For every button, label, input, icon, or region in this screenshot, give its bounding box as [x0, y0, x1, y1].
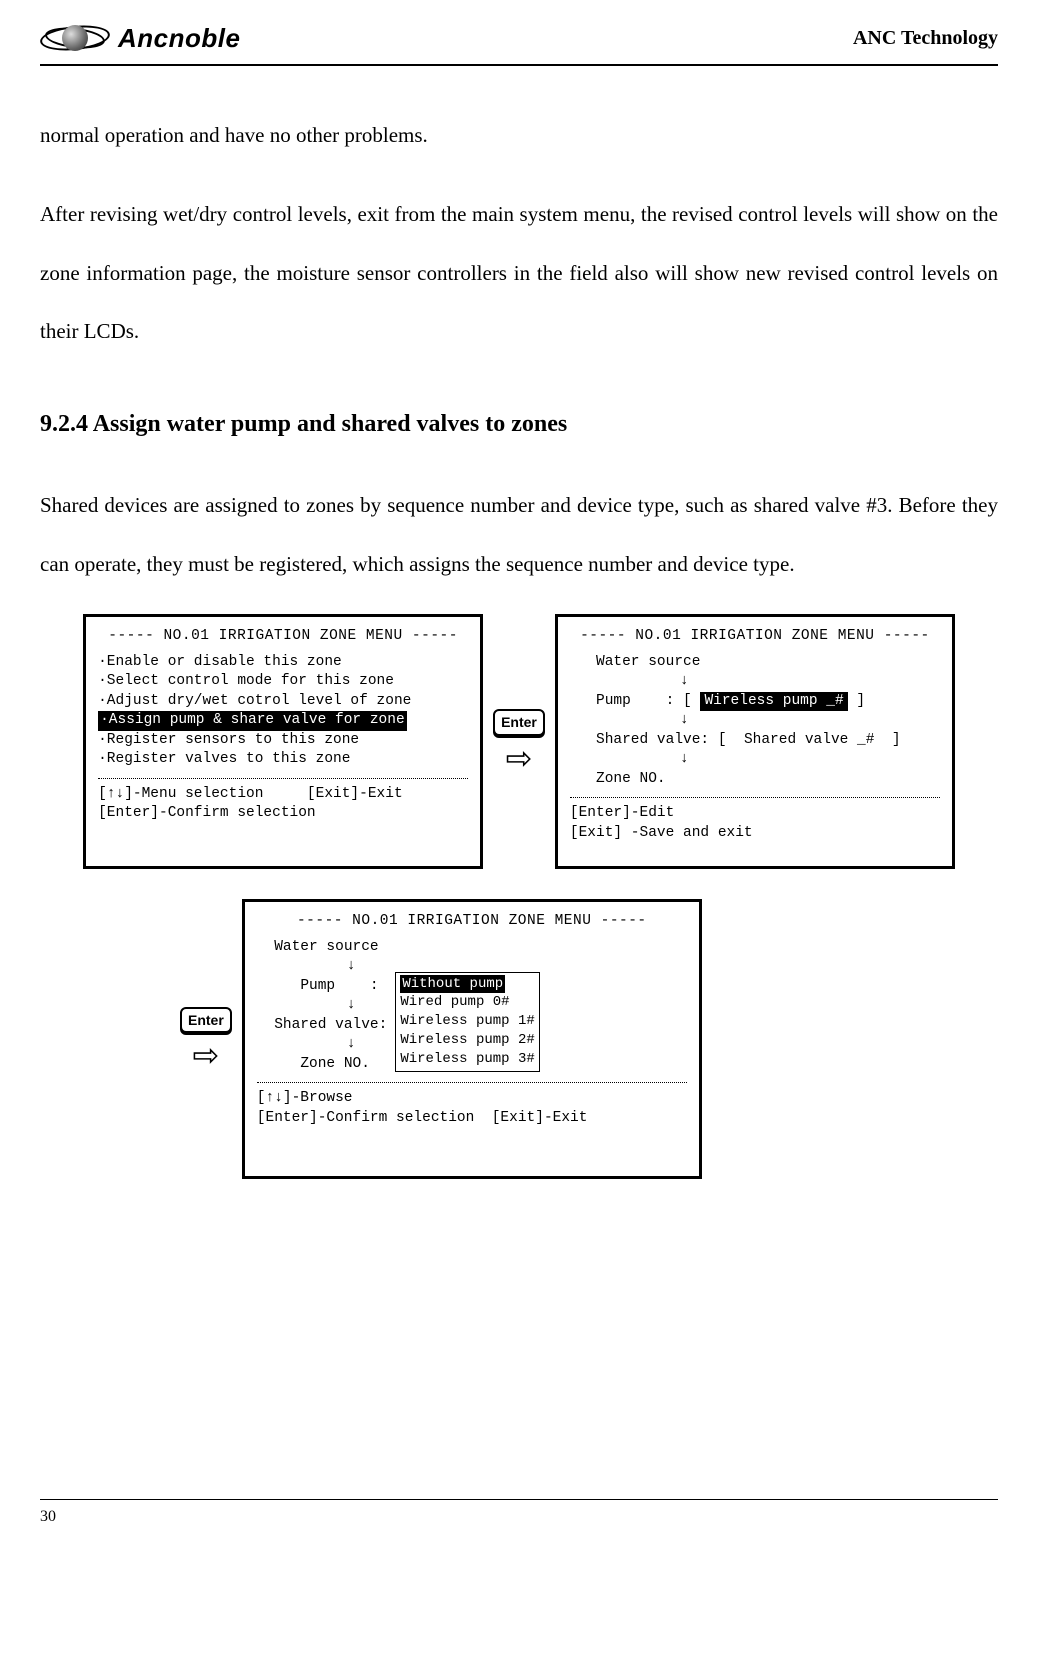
arrow-down-icon: ↓	[570, 711, 940, 731]
option-item: Wireless pump 1#	[400, 1012, 534, 1031]
globe-orbit-icon	[40, 18, 110, 58]
section-body: Shared devices are assigned to zones by …	[40, 476, 998, 594]
menu-item: ·Adjust dry/wet cotrol level of zone	[98, 692, 468, 712]
menu-item: ·Enable or disable this zone	[98, 653, 468, 673]
menu-item: ·Select control mode for this zone	[98, 672, 468, 692]
chain-pump-row: Pump : [ Wireless pump _# ]	[570, 692, 940, 712]
chain-label: Zone NO.	[570, 770, 940, 790]
arrow-down-icon: ↓	[257, 957, 388, 977]
lcd-footer-line: [Enter]-Confirm selection	[98, 804, 468, 824]
arrow-down-icon: ↓	[257, 996, 388, 1016]
company-name: ANC Technology	[853, 27, 998, 50]
paragraph-intro-2: After revising wet/dry control levels, e…	[40, 185, 998, 361]
arrow-down-icon: ↓	[570, 672, 940, 692]
lcd-title: ----- NO.01 IRRIGATION ZONE MENU -----	[570, 627, 940, 647]
chain-label: Zone NO.	[257, 1055, 388, 1075]
footer-rule	[40, 1499, 998, 1500]
figure-row-2: Enter ⇨ ----- NO.01 IRRIGATION ZONE MENU…	[180, 899, 998, 1179]
arrow-down-icon: ↓	[257, 1035, 388, 1055]
lcd-title: ----- NO.01 IRRIGATION ZONE MENU -----	[257, 912, 687, 932]
separator	[98, 778, 468, 779]
chain-label: Water source	[257, 938, 388, 958]
lcd-footer-line: [↑↓]-Browse	[257, 1089, 687, 1109]
paragraph-intro-1: normal operation and have no other probl…	[40, 106, 998, 165]
lcd-panel-assign: ----- NO.01 IRRIGATION ZONE MENU ----- W…	[555, 614, 955, 869]
lcd-footer-line: [↑↓]-Menu selection [Exit]-Exit	[98, 785, 468, 805]
logo-group: Ancnoble	[40, 18, 240, 58]
document-body: normal operation and have no other probl…	[40, 66, 998, 1179]
menu-item: ·Register sensors to this zone	[98, 731, 468, 751]
separator	[257, 1082, 687, 1083]
page-number: 30	[40, 1508, 56, 1525]
page-header: Ancnoble ANC Technology	[40, 18, 998, 66]
arrow-right-icon: ⇨	[192, 1039, 219, 1071]
enter-arrow-connector: Enter ⇨	[493, 709, 545, 774]
option-item: Wired pump 0#	[400, 993, 534, 1012]
pump-options-dropdown: Without pump Wired pump 0# Wireless pump…	[395, 972, 539, 1072]
option-item: Wireless pump 3#	[400, 1050, 534, 1069]
arrow-down-icon: ↓	[570, 750, 940, 770]
lcd-footer-line: [Enter]-Confirm selection [Exit]-Exit	[257, 1109, 687, 1129]
pump-value-selected: Wireless pump _#	[700, 692, 847, 712]
logo-text: Ancnoble	[118, 23, 240, 54]
enter-arrow-connector: Enter ⇨	[180, 1007, 232, 1072]
chain-label: Water source	[570, 653, 940, 673]
menu-item: ·Register valves to this zone	[98, 750, 468, 770]
lcd-panel-menu: ----- NO.01 IRRIGATION ZONE MENU ----- ·…	[83, 614, 483, 869]
enter-key-icon: Enter	[180, 1007, 232, 1034]
menu-item-selected: ·Assign pump & share valve for zone	[98, 711, 407, 731]
chain-shared-row: Shared valve:	[257, 1016, 388, 1036]
section-heading: 9.2.4 Assign water pump and shared valve…	[40, 391, 998, 458]
arrow-right-icon: ⇨	[506, 742, 533, 774]
figure-row-1: ----- NO.01 IRRIGATION ZONE MENU ----- ·…	[40, 614, 998, 869]
chain-shared-row: Shared valve: [ Shared valve _# ]	[570, 731, 940, 751]
option-selected: Without pump	[400, 975, 505, 994]
lcd-footer-line: [Exit] -Save and exit	[570, 824, 940, 844]
chain-pump-row: Pump :	[257, 977, 388, 997]
lcd-title: ----- NO.01 IRRIGATION ZONE MENU -----	[98, 627, 468, 647]
lcd-panel-pump-options: ----- NO.01 IRRIGATION ZONE MENU ----- W…	[242, 899, 702, 1179]
lcd-footer-line: [Enter]-Edit	[570, 804, 940, 824]
option-item: Wireless pump 2#	[400, 1031, 534, 1050]
page-footer: 30	[40, 1499, 998, 1526]
separator	[570, 797, 940, 798]
enter-key-icon: Enter	[493, 709, 545, 736]
